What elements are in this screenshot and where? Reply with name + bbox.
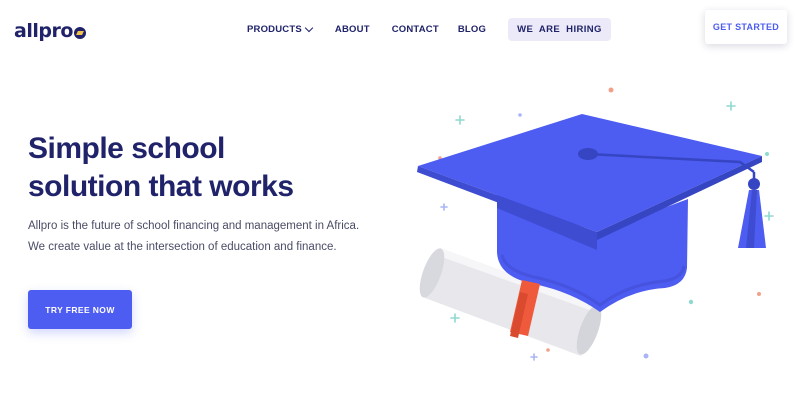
main-nav: PRODUCTS ABOUT CONTACT BLOG WE ARE HIRIN… [247,17,611,41]
nav-item-products[interactable]: PRODUCTS [247,23,314,35]
hero-title-line-1: Simple school [28,132,225,165]
hero-title: Simple school solution that works [28,130,358,206]
try-free-now-button[interactable]: TRY FREE NOW [28,290,132,329]
hero-description-line-2: We create value at the intersection of e… [28,241,337,253]
nav-item-blog[interactable]: BLOG [458,24,486,35]
we-are-hiring-button[interactable]: WE ARE HIRING [508,17,611,41]
nav-item-contact[interactable]: CONTACT [392,24,439,35]
logo-text: allpro [14,20,73,42]
nav-products-label: PRODUCTS [247,23,302,35]
hero-description-line-1: Allpro is the future of school financing… [28,220,360,232]
hero-title-line-2: solution that works [28,170,294,203]
site-header: allpro PRODUCTS ABOUT CONTACT BLOG WE AR… [0,0,800,58]
logo-mark-icon [73,26,86,39]
nav-item-about[interactable]: ABOUT [335,24,370,35]
get-started-button[interactable]: GET STARTED [705,10,787,44]
hero-description: Allpro is the future of school financing… [28,216,408,258]
chevron-down-icon [304,23,314,32]
logo[interactable]: allpro [14,20,86,42]
graduation-illustration [417,87,774,361]
